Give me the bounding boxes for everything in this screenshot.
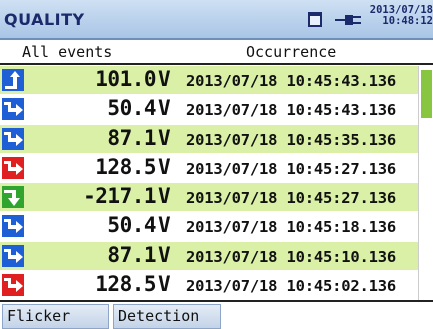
dip-down-arrow-icon [2, 127, 24, 150]
event-value: 87.1 [107, 125, 156, 150]
event-unit: V [158, 213, 171, 238]
clock-time: 10:48:12 [382, 15, 433, 27]
dip-down-arrow-icon [2, 244, 24, 267]
event-row[interactable]: 87.1 V 2013/07/18 10:45:35.136 [0, 124, 418, 154]
event-unit: V [158, 96, 171, 121]
event-value: 128.5 [95, 271, 156, 296]
sd-card-icon [308, 12, 322, 27]
column-all-events[interactable]: All events [22, 43, 112, 61]
event-list[interactable]: 101.0 V 2013/07/18 10:45:43.136 50.4 V 2013/0… [0, 66, 418, 300]
event-unit: V [158, 154, 171, 179]
event-row[interactable]: 87.1 V 2013/07/18 10:45:10.136 [0, 241, 418, 271]
event-timestamp: 2013/07/18 10:45:43.136 [186, 72, 397, 90]
event-value: 50.4 [107, 96, 156, 121]
transient-arrow-icon [2, 186, 24, 208]
clock: 2013/07/18 10:48:12 [368, 5, 433, 27]
event-value: 50.4 [107, 213, 156, 238]
page-title: QUALITY [4, 10, 85, 29]
event-value: 128.5 [95, 154, 156, 179]
quality-screen: QUALITY 2013/07/18 10:48:12 All events O… [0, 0, 433, 329]
event-row[interactable]: -217.1 V 2013/07/18 10:45:27.136 [0, 183, 418, 213]
event-row[interactable]: 128.5 V 2013/07/18 10:45:02.136 [0, 270, 418, 300]
interruption-arrow-icon [2, 273, 24, 296]
header-bar: QUALITY 2013/07/18 10:48:12 [0, 0, 433, 40]
column-header: All events Occurrence [0, 40, 433, 65]
footer-tabs: Flicker Detection [0, 300, 433, 329]
event-timestamp: 2013/07/18 10:45:10.136 [186, 247, 397, 266]
event-row[interactable]: 50.4 V 2013/07/18 10:45:43.136 [0, 95, 418, 125]
event-row[interactable]: 50.4 V 2013/07/18 10:45:18.136 [0, 212, 418, 242]
event-timestamp: 2013/07/18 10:45:02.136 [186, 276, 397, 295]
event-timestamp: 2013/07/18 10:45:43.136 [186, 101, 397, 120]
dip-down-arrow-icon [2, 98, 24, 121]
interruption-arrow-icon [2, 156, 24, 179]
column-occurrence: Occurrence [246, 43, 337, 61]
swell-up-arrow-icon [2, 69, 24, 91]
event-value: 87.1 [107, 242, 156, 267]
power-plug-icon [335, 15, 361, 25]
event-value: 101.0 [95, 67, 156, 91]
event-unit: V [158, 125, 171, 150]
tab-flicker[interactable]: Flicker [2, 304, 109, 329]
event-row[interactable]: 101.0 V 2013/07/18 10:45:43.136 [0, 66, 418, 96]
event-unit: V [158, 67, 171, 91]
event-timestamp: 2013/07/18 10:45:27.136 [186, 189, 397, 207]
event-timestamp: 2013/07/18 10:45:35.136 [186, 130, 397, 149]
event-unit: V [158, 184, 171, 208]
dip-down-arrow-icon [2, 215, 24, 238]
scrollbar-thumb[interactable] [421, 70, 432, 118]
event-unit: V [158, 242, 171, 267]
tab-detection[interactable]: Detection [113, 304, 221, 329]
event-row[interactable]: 128.5 V 2013/07/18 10:45:27.136 [0, 153, 418, 183]
event-timestamp: 2013/07/18 10:45:18.136 [186, 218, 397, 237]
event-value: -217.1 [83, 184, 156, 208]
event-timestamp: 2013/07/18 10:45:27.136 [186, 159, 397, 178]
event-unit: V [158, 271, 171, 296]
